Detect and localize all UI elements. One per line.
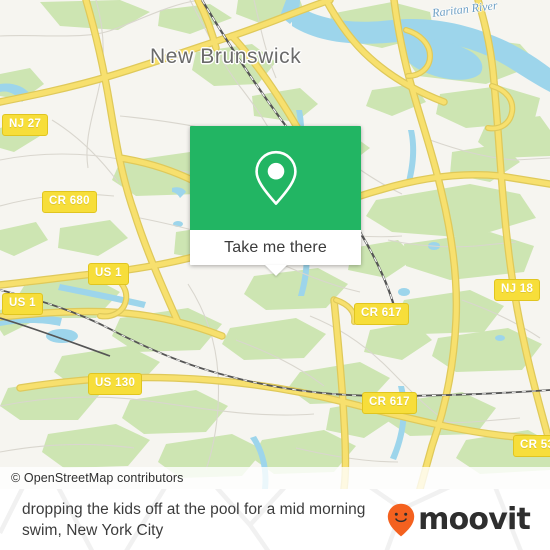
road-shield-nj-18[interactable]: NJ 18 [494,279,541,301]
footer-content: dropping the kids off at the pool for a … [0,489,550,550]
road-shield-us-1-b[interactable]: US 1 [2,293,43,315]
popup-icon-panel [190,126,361,230]
osm-attribution[interactable]: © OpenStreetMap contributors [0,467,550,489]
road-shield-cr-535[interactable]: CR 535 [513,435,550,457]
trip-caption: dropping the kids off at the pool for a … [22,500,366,539]
footer-bar: dropping the kids off at the pool for a … [0,489,550,550]
destination-popup-card[interactable]: Take me there [190,126,361,276]
map-canvas[interactable]: New Brunswick Raritan River NJ 27 CR 680… [0,0,550,489]
moovit-pin-smiley-icon [387,503,415,536]
popup-action-panel[interactable]: Take me there [190,230,361,276]
road-shield-cr-617-a[interactable]: CR 617 [354,303,409,325]
road-shield-us-130[interactable]: US 130 [88,373,143,395]
moovit-map-screenshot: New Brunswick Raritan River NJ 27 CR 680… [0,0,550,550]
road-shield-cr-617-b[interactable]: CR 617 [362,392,417,414]
road-shield-nj-27[interactable]: NJ 27 [2,114,49,136]
moovit-logo[interactable]: moovit [387,503,538,537]
moovit-wordmark: moovit [418,501,531,537]
road-shield-cr-680[interactable]: CR 680 [42,191,97,213]
take-me-there-label: Take me there [224,238,327,256]
popup-pointer-tail [264,265,287,276]
road-shield-us-1-a[interactable]: US 1 [88,263,129,285]
location-pin-icon [254,150,297,205]
